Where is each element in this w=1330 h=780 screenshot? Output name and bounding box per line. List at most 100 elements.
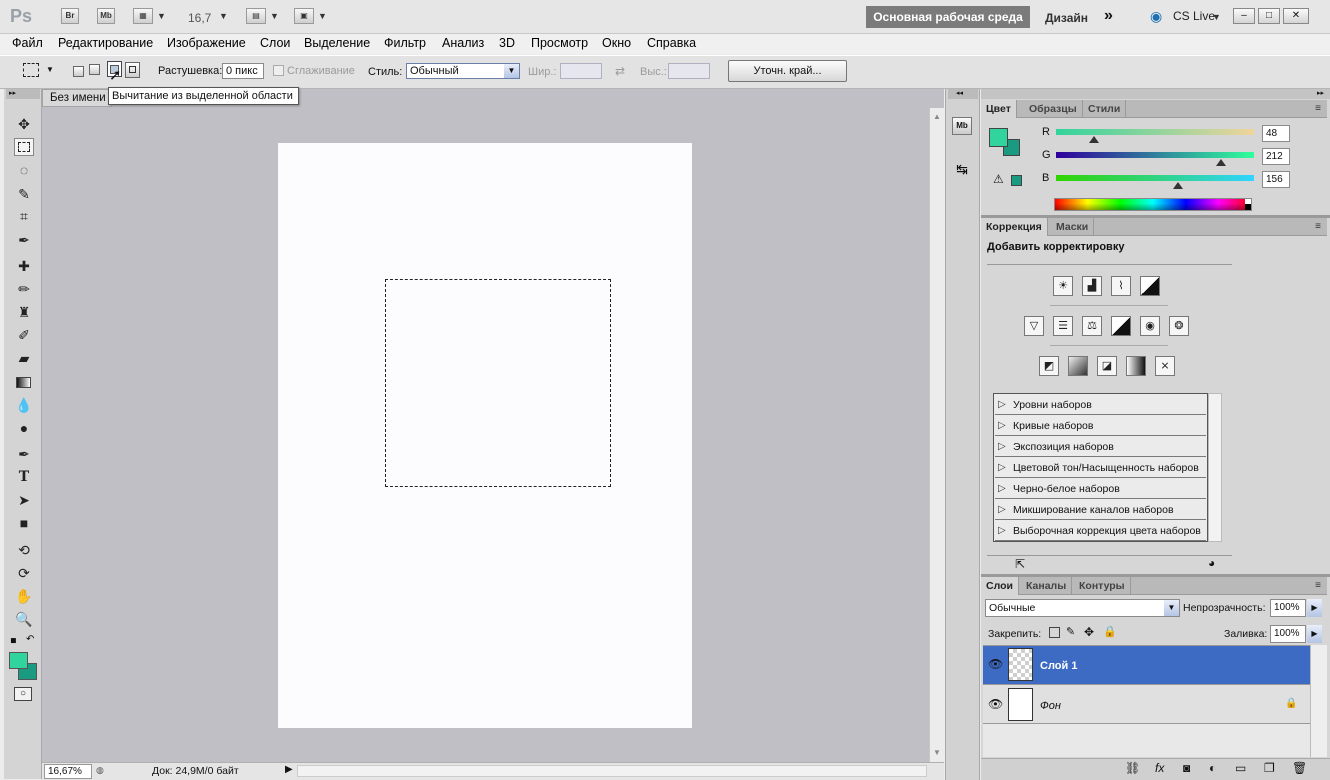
quick-mask-icon[interactable]: ○	[14, 687, 32, 701]
swap-colors-icon[interactable]: ↶	[26, 634, 34, 645]
tab-adjustments[interactable]: Коррекция	[981, 218, 1048, 236]
vertical-scrollbar[interactable]: ▲ ▼	[929, 108, 944, 762]
tab-layers[interactable]: Слои	[981, 577, 1019, 595]
green-slider-handle[interactable]	[1216, 159, 1226, 166]
red-slider[interactable]	[1056, 129, 1254, 135]
visibility-eye-icon[interactable]: 👁	[988, 657, 1003, 671]
hand-tool-icon[interactable]: ✋	[14, 587, 34, 605]
document-tab[interactable]: Без имени	[42, 89, 112, 107]
layers-scrollbar[interactable]	[1310, 645, 1327, 757]
more-workspaces-button[interactable]: »	[1104, 7, 1113, 25]
chevron-down-icon[interactable]: ▼	[219, 11, 228, 21]
intersect-selection-icon[interactable]	[125, 62, 140, 78]
tab-color[interactable]: Цвет	[981, 100, 1017, 118]
threshold-icon[interactable]: ◪	[1097, 356, 1117, 376]
menu-window[interactable]: Окно	[602, 36, 631, 50]
black-white-icon[interactable]	[1111, 316, 1131, 336]
vibrance-icon[interactable]: ▽	[1024, 316, 1044, 336]
new-selection-icon[interactable]	[73, 66, 84, 77]
pen-tool-icon[interactable]: ✒	[14, 445, 34, 463]
chevron-down-icon[interactable]: ▼	[1164, 600, 1179, 616]
style-select[interactable]: Обычный	[406, 63, 520, 79]
green-slider[interactable]	[1056, 152, 1254, 158]
chevron-down-icon[interactable]: ▼	[46, 65, 54, 74]
selective-color-icon[interactable]: ⨯	[1155, 356, 1175, 376]
color-spectrum-ramp[interactable]	[1054, 198, 1252, 211]
opacity-input[interactable]: 100%	[1270, 599, 1306, 617]
new-layer-icon[interactable]: ❐	[1264, 761, 1275, 775]
chevron-down-icon[interactable]: ▼	[1212, 12, 1221, 22]
zoom-tool-icon[interactable]: 🔍	[14, 610, 34, 628]
workspace-essentials-button[interactable]: Основная рабочая среда	[866, 6, 1030, 28]
panel-menu-icon[interactable]: ≡	[1315, 221, 1321, 232]
menu-image[interactable]: Изображение	[167, 36, 246, 50]
chevron-down-icon[interactable]: ▼	[504, 64, 519, 78]
foreground-color-swatch[interactable]	[989, 128, 1008, 147]
arrange-documents-button[interactable]: ▤	[246, 8, 266, 24]
menu-edit[interactable]: Редактирование	[58, 36, 153, 50]
tab-paths[interactable]: Контуры	[1074, 577, 1131, 595]
dodge-tool-icon[interactable]: ●	[14, 419, 34, 437]
expanded-view-icon[interactable]: ⇱	[1015, 557, 1025, 571]
green-value-input[interactable]: 212	[1262, 148, 1290, 165]
red-slider-handle[interactable]	[1089, 136, 1099, 143]
delete-layer-icon[interactable]: 🗑	[1292, 761, 1307, 775]
posterize-icon[interactable]	[1068, 356, 1088, 376]
minimize-button[interactable]: –	[1233, 8, 1255, 24]
color-balance-icon[interactable]: ⚖	[1082, 316, 1102, 336]
new-adjustment-layer-icon[interactable]: ◐	[1209, 761, 1216, 775]
curves-icon[interactable]: ⌇	[1111, 276, 1131, 296]
width-input[interactable]	[560, 63, 602, 79]
history-panel-icon[interactable]: ↹	[952, 161, 972, 179]
height-input[interactable]	[668, 63, 710, 79]
menu-help[interactable]: Справка	[647, 36, 696, 50]
brush-tool-icon[interactable]: ✏	[14, 280, 34, 298]
presets-scrollbar[interactable]	[1208, 393, 1222, 542]
view-extras-button[interactable]: ▦	[133, 8, 153, 24]
default-colors-icon[interactable]: ◾	[10, 635, 17, 646]
collapse-dock-icon[interactable]: ▸▸	[1317, 89, 1324, 97]
swap-dimensions-icon[interactable]: ⇄	[615, 64, 625, 78]
layer-name[interactable]: Фон	[1040, 700, 1061, 712]
list-item[interactable]: Выборочная коррекция цвета наборов	[995, 521, 1206, 541]
antialias-checkbox[interactable]	[273, 65, 284, 76]
scroll-up-icon[interactable]: ▲	[933, 112, 941, 121]
tab-swatches[interactable]: Образцы	[1024, 100, 1083, 118]
lock-position-icon[interactable]: ✥	[1084, 625, 1094, 639]
move-tool-icon[interactable]: ✥	[14, 115, 34, 133]
zoom-level[interactable]: 16,7	[188, 11, 211, 25]
tab-masks[interactable]: Маски	[1051, 218, 1095, 236]
scroll-down-icon[interactable]: ▼	[933, 748, 941, 757]
hue-saturation-icon[interactable]: ☰	[1053, 316, 1073, 336]
horizontal-scrollbar[interactable]	[297, 765, 927, 777]
path-selection-tool-icon[interactable]: ➤	[14, 491, 34, 509]
3d-rotate-tool-icon[interactable]: ⟲	[14, 541, 34, 559]
collapse-panel-icon[interactable]: ▸▸	[6, 89, 40, 99]
visibility-eye-icon[interactable]: 👁	[988, 697, 1003, 711]
out-of-gamut-warning-icon[interactable]: ⚠	[993, 172, 1004, 186]
marquee-tool-icon[interactable]	[14, 138, 34, 156]
status-settings-icon[interactable]: ◍	[96, 765, 104, 776]
clone-stamp-tool-icon[interactable]: ♜	[14, 303, 34, 321]
bridge-button[interactable]: Br	[61, 8, 79, 24]
chevron-down-icon[interactable]: ▼	[157, 11, 166, 21]
screen-mode-button[interactable]: ▣	[294, 8, 314, 24]
maximize-button[interactable]: □	[1258, 8, 1280, 24]
mini-bridge-button[interactable]: Mb	[97, 8, 115, 24]
rectangular-marquee-preset-icon[interactable]	[23, 63, 39, 77]
close-button[interactable]: ✕	[1283, 8, 1309, 24]
exposure-icon[interactable]	[1140, 276, 1160, 296]
clip-to-layer-icon[interactable]: ◕	[1208, 556, 1215, 570]
lock-all-icon[interactable]: 🔒	[1103, 625, 1117, 638]
status-menu-arrow-icon[interactable]: ▶	[285, 764, 293, 775]
list-item[interactable]: Черно-белое наборов	[995, 479, 1206, 499]
list-item[interactable]: Кривые наборов	[995, 416, 1206, 436]
gamut-color-swatch[interactable]	[1011, 175, 1022, 186]
history-brush-tool-icon[interactable]: ✐	[14, 326, 34, 344]
blur-tool-icon[interactable]: 💧	[14, 396, 34, 414]
gradient-tool-icon[interactable]	[14, 373, 34, 391]
type-tool-icon[interactable]: T	[14, 468, 34, 486]
refine-edge-button[interactable]: Уточн. край...	[728, 60, 847, 82]
gradient-map-icon[interactable]	[1126, 356, 1146, 376]
blend-mode-select[interactable]: Обычные	[985, 599, 1180, 617]
